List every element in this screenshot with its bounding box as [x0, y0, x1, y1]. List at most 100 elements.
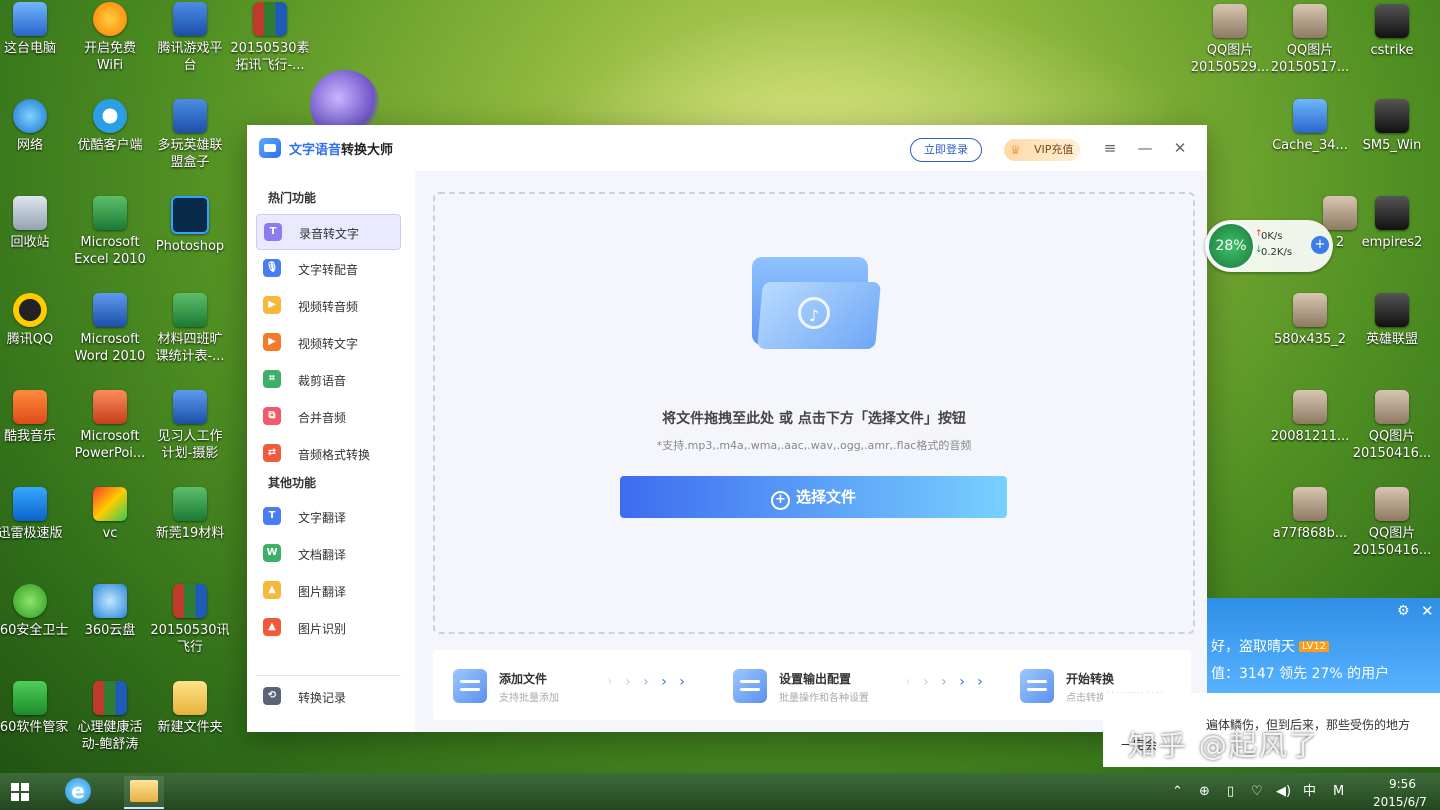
folder-glyph	[130, 780, 158, 802]
boost-plus-icon[interactable]: +	[1311, 236, 1329, 254]
desktop-icon-archive[interactable]: 20150530素 拓讯飞行-...	[230, 2, 310, 74]
desktop-icon-network[interactable]: 网络	[0, 99, 70, 154]
desktop-icon-excel[interactable]: Microsoft Excel 2010	[70, 196, 150, 268]
desktop-icon-label: 20150517...	[1270, 60, 1350, 75]
desktop-icon-qq-image-3[interactable]: QQ图片 20150416...	[1352, 390, 1432, 462]
ie-glyph: e	[65, 778, 91, 804]
desktop-icon-free-wifi[interactable]: 开启免费 WiFi	[70, 2, 150, 74]
close-icon[interactable]: ✕	[1421, 602, 1434, 620]
ime-chinese-icon[interactable]: 中	[1303, 783, 1316, 800]
workflow-steps: 添加文件 支持批量添加 › › › › › 设置输出配置 批量操作和各种设置 ›…	[433, 650, 1191, 720]
desktop-icon-qq-image-4[interactable]: QQ图片 20150416...	[1352, 487, 1432, 559]
internet-explorer-icon[interactable]: e	[58, 776, 98, 807]
desktop-icon-label: 拓讯飞行-...	[235, 58, 305, 73]
desktop-icon-kuwo-music[interactable]: 酷我音乐	[0, 390, 70, 445]
plus-circle-icon: +	[770, 491, 790, 510]
desktop-icon-word-file[interactable]: 见习人工作 计划-摄影	[150, 390, 230, 462]
title-bar[interactable]: 文字语音转换大师 立即登录 ♛ VIP充值 ≡ — ✕	[247, 125, 1207, 171]
sidebar-item-label: 图片识别	[298, 622, 347, 636]
clock-time[interactable]: 9:56	[1389, 777, 1416, 791]
sidebar-item-audio-format-convert[interactable]: ⇄ 音频格式转换	[256, 436, 401, 470]
weather-stats: 值：3147 领先 27% 的用户	[1211, 666, 1390, 682]
youku-icon	[93, 99, 127, 133]
windows-start-icon[interactable]	[0, 773, 40, 810]
desktop-icon-cstrike[interactable]: cstrike	[1352, 4, 1432, 59]
desktop-icon-this-pc[interactable]: 这台电脑	[0, 2, 70, 57]
close-icon[interactable]: ✕	[1170, 138, 1190, 158]
xunlei-icon	[13, 487, 47, 521]
minimize-icon[interactable]: —	[1135, 138, 1155, 158]
cstrike-icon	[1375, 4, 1409, 38]
desktop-icon-image-a77[interactable]: a77f868b...	[1270, 487, 1350, 542]
add-files-icon	[453, 669, 487, 703]
desktop-icon-qq[interactable]: 腾讯QQ	[0, 293, 70, 348]
login-button[interactable]: 立即登录	[910, 138, 982, 162]
file-drop-zone[interactable]: ♪ 将文件拖拽至此处 或 点击下方「选择文件」按钮 *支持.mp3,.m4a,.…	[433, 192, 1195, 634]
desktop-icon-vc[interactable]: vc	[70, 487, 150, 542]
sidebar-item-video-to-text[interactable]: ▶ 视频转文字	[256, 325, 401, 359]
desktop-icon-lol[interactable]: 英雄联盟	[1352, 293, 1432, 348]
defender-icon[interactable]: ♡	[1251, 783, 1263, 800]
desktop-icon-qq-image-2[interactable]: QQ图片 20150517...	[1270, 4, 1350, 76]
sidebar-item-doc-translate[interactable]: W 文档翻译	[256, 536, 401, 570]
desktop-icon-360-safe[interactable]: 360安全卫士	[0, 584, 70, 639]
network-tray-icon[interactable]: ⊕	[1199, 783, 1210, 800]
clock-date[interactable]: 2015/6/7	[1373, 795, 1427, 809]
desktop-icon-duowan-lol-box[interactable]: 多玩英雄联 盟盒子	[150, 99, 230, 171]
desktop-icon-word[interactable]: Microsoft Word 2010	[70, 293, 150, 365]
menu-icon[interactable]: ≡	[1100, 138, 1120, 158]
ime-mode-icon[interactable]: M	[1333, 783, 1344, 800]
taskbar: e ⌃ ⊕ ▯ ♡ ◀) 中 M	[0, 773, 1440, 810]
step-subtitle: 批量操作和各种设置	[779, 693, 869, 704]
archive-3-icon	[93, 681, 127, 715]
sidebar-item-image-translate[interactable]: ▲ 图片翻译	[256, 573, 401, 607]
this-pc-icon	[13, 2, 47, 36]
desktop-icon-xunlei[interactable]: 迅雷极速版	[0, 487, 70, 542]
image-translate-icon: ▲	[263, 581, 281, 599]
sidebar-item-merge-audio[interactable]: ⧉ 合并音频	[256, 399, 401, 433]
gear-icon[interactable]: ⚙	[1397, 603, 1410, 619]
desktop-icon-new-folder[interactable]: 新建文件夹	[150, 681, 230, 736]
desktop-icon-360-software[interactable]: 360软件管家	[0, 681, 70, 736]
sidebar: 热门功能 T 录音转文字 🎙 文字转配音 ▶ 视频转音频 ▶ 视频转文字 ⌗ 裁剪语音 ⧉ 合并音频 ⇄…	[247, 171, 415, 732]
sidebar-item-text-to-voice[interactable]: 🎙 文字转配音	[256, 251, 401, 285]
desktop-icon-image-580[interactable]: 580x435_2	[1270, 293, 1350, 348]
desktop-icon-archive-2[interactable]: 20150530讯 飞行	[150, 584, 230, 656]
desktop-icon-empires2[interactable]: empires2	[1352, 196, 1432, 251]
tencent-games-icon	[173, 2, 207, 36]
desktop-icon-sm5[interactable]: SM5_Win	[1352, 99, 1432, 154]
desktop-icon-youku[interactable]: 优酷客户端	[70, 99, 150, 154]
desktop-icon-tencent-games[interactable]: 腾讯游戏平台	[150, 2, 230, 74]
desktop-icon-label: 20150416...	[1352, 543, 1432, 558]
archive-icon	[253, 2, 287, 36]
desktop-icon-label: 盟盒子	[170, 155, 210, 170]
battery-icon[interactable]: ▯	[1227, 783, 1234, 800]
desktop-icon-archive-3[interactable]: 心理健康活 动-鲍舒涛	[70, 681, 150, 753]
desktop-icon-360-cloud[interactable]: 360云盘	[70, 584, 150, 639]
step-title: 设置输出配置	[779, 672, 852, 686]
volume-icon[interactable]: ◀)	[1276, 783, 1291, 800]
desktop-icon-recycle-bin[interactable]: 回收站	[0, 196, 70, 251]
sidebar-item-history[interactable]: ⟲ 转换记录	[256, 679, 401, 713]
sidebar-item-label: 裁剪语音	[298, 374, 347, 388]
desktop-icon-powerpoint[interactable]: Microsoft PowerPoi...	[70, 390, 150, 462]
show-hidden-icons-icon[interactable]: ⌃	[1172, 783, 1183, 800]
sidebar-item-image-recognize[interactable]: ▲ 图片识别	[256, 610, 401, 644]
desktop-icon-cache[interactable]: Cache_34...	[1270, 99, 1350, 154]
desktop-icon-excel-file[interactable]: 材料四班旷 课统计表-...	[150, 293, 230, 365]
desktop-icon-label: Microsoft	[80, 429, 140, 444]
desktop-icon-photoshop[interactable]: Photoshop	[150, 196, 230, 255]
choose-file-button[interactable]: + 选择文件	[620, 476, 1007, 518]
desktop-icon-label: 多玩英雄联	[157, 138, 223, 153]
sidebar-item-recording-to-text[interactable]: T 录音转文字	[256, 214, 401, 250]
file-explorer-icon[interactable]	[124, 776, 164, 809]
sidebar-item-trim-audio[interactable]: ⌗ 裁剪语音	[256, 362, 401, 396]
desktop-icon-image-2008[interactable]: 20081211...	[1270, 390, 1350, 445]
sidebar-item-video-to-audio[interactable]: ▶ 视频转音频	[256, 288, 401, 322]
desktop-icon-qq-image-1[interactable]: QQ图片 20150529...	[1190, 4, 1270, 76]
sidebar-item-text-translate[interactable]: T 文字翻译	[256, 499, 401, 533]
network-speed-widget[interactable]: 28% ↑ 0K/s ↓ 0.2K/s +	[1205, 220, 1333, 272]
vip-recharge-button[interactable]: ♛ VIP充值	[1004, 139, 1080, 161]
desktop-icon-excel-file-2[interactable]: 新莞19材料	[150, 487, 230, 542]
step-title: 添加文件	[499, 672, 548, 686]
